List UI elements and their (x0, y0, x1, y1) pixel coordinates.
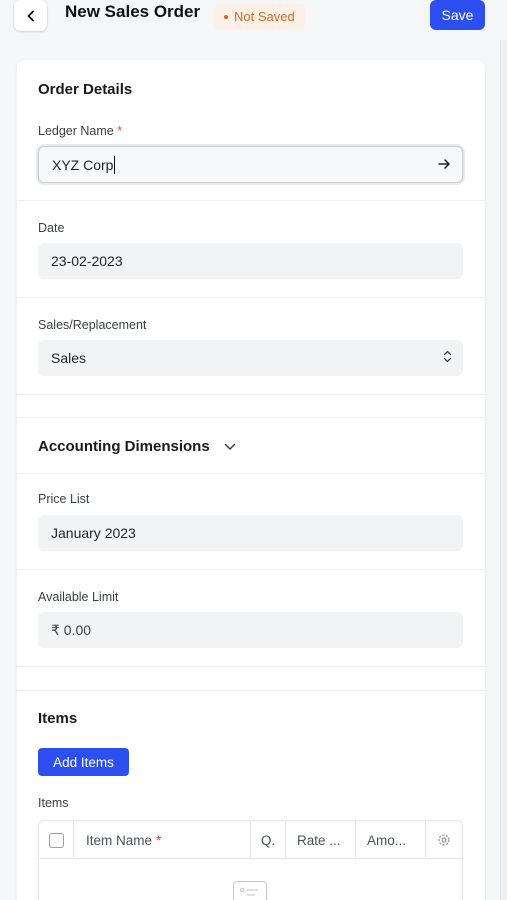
date-input[interactable]: 23-02-2023 (38, 243, 463, 279)
divider (17, 417, 485, 418)
price-list-input[interactable]: January 2023 (38, 515, 463, 551)
available-limit-value: ₹ 0.00 (51, 621, 92, 638)
required-marker: * (156, 832, 162, 848)
accounting-dimensions-title: Accounting Dimensions (38, 438, 210, 455)
column-separator (355, 821, 356, 859)
list-empty-icon (233, 881, 267, 900)
select-updown-icon (443, 350, 452, 367)
price-list-value: January 2023 (51, 525, 136, 541)
gear-icon[interactable] (437, 821, 451, 859)
form-card: Order Details Ledger Name * XYZ Corp Dat… (17, 60, 485, 900)
column-qty-label: Q. (261, 832, 276, 848)
column-separator (250, 821, 251, 859)
divider (17, 297, 485, 298)
divider (17, 473, 485, 474)
column-rate-label: Rate ... (297, 832, 341, 848)
ledger-label: Ledger Name * (38, 124, 122, 138)
select-all-checkbox[interactable] (49, 832, 64, 848)
chevron-down-icon (224, 443, 235, 450)
column-separator (285, 821, 286, 859)
status-dot (224, 14, 228, 19)
divider (17, 200, 485, 201)
price-list-label: Price List (38, 492, 90, 506)
items-table-label: Items (38, 796, 69, 810)
divider (17, 394, 485, 395)
items-table: Item Name * Q. Rate ... Amo... (38, 820, 463, 900)
section-title-items: Items (38, 710, 78, 727)
items-table-header: Item Name * Q. Rate ... Amo... (39, 821, 462, 859)
section-title-order-details: Order Details (38, 81, 133, 98)
column-qty[interactable]: Q. (261, 821, 275, 859)
column-rate[interactable]: Rate ... (297, 821, 341, 859)
sales-replacement-value: Sales (51, 350, 87, 366)
column-amount[interactable]: Amo... (367, 821, 406, 859)
page-title: New Sales Order (65, 2, 201, 21)
available-limit-label: Available Limit (38, 590, 119, 604)
date-label: Date (38, 221, 65, 235)
required-marker: * (117, 124, 123, 138)
ledger-label-text: Ledger Name (38, 124, 114, 138)
back-button[interactable] (14, 0, 47, 31)
available-limit-field: ₹ 0.00 (38, 612, 463, 648)
arrow-right-icon[interactable] (438, 157, 451, 173)
divider (17, 690, 485, 691)
divider (17, 569, 485, 570)
ledger-name-input[interactable]: XYZ Corp (38, 146, 463, 183)
save-button[interactable]: Save (430, 0, 485, 30)
accounting-dimensions-toggle[interactable]: Accounting Dimensions (38, 438, 236, 455)
text-caret (114, 155, 116, 174)
select-all-cell[interactable] (49, 821, 64, 859)
column-amount-label: Amo... (367, 832, 407, 848)
date-value: 23-02-2023 (51, 253, 123, 269)
column-item-name[interactable]: Item Name * (86, 821, 161, 859)
sales-replacement-select[interactable]: Sales (38, 340, 463, 376)
status-text: Not Saved (234, 9, 295, 24)
chevron-left-icon (27, 10, 34, 21)
top-bar: New Sales Order Not Saved Save (0, 0, 507, 40)
column-item-name-label: Item Name (86, 832, 153, 848)
divider (17, 666, 485, 667)
column-separator (425, 821, 426, 859)
ledger-name-value: XYZ Corp (52, 156, 114, 173)
column-separator (73, 821, 74, 859)
status-badge: Not Saved (214, 4, 305, 29)
scrollbar-track[interactable] (500, 40, 507, 900)
sales-replacement-label: Sales/Replacement (38, 318, 147, 332)
add-items-button[interactable]: Add Items (38, 748, 129, 776)
